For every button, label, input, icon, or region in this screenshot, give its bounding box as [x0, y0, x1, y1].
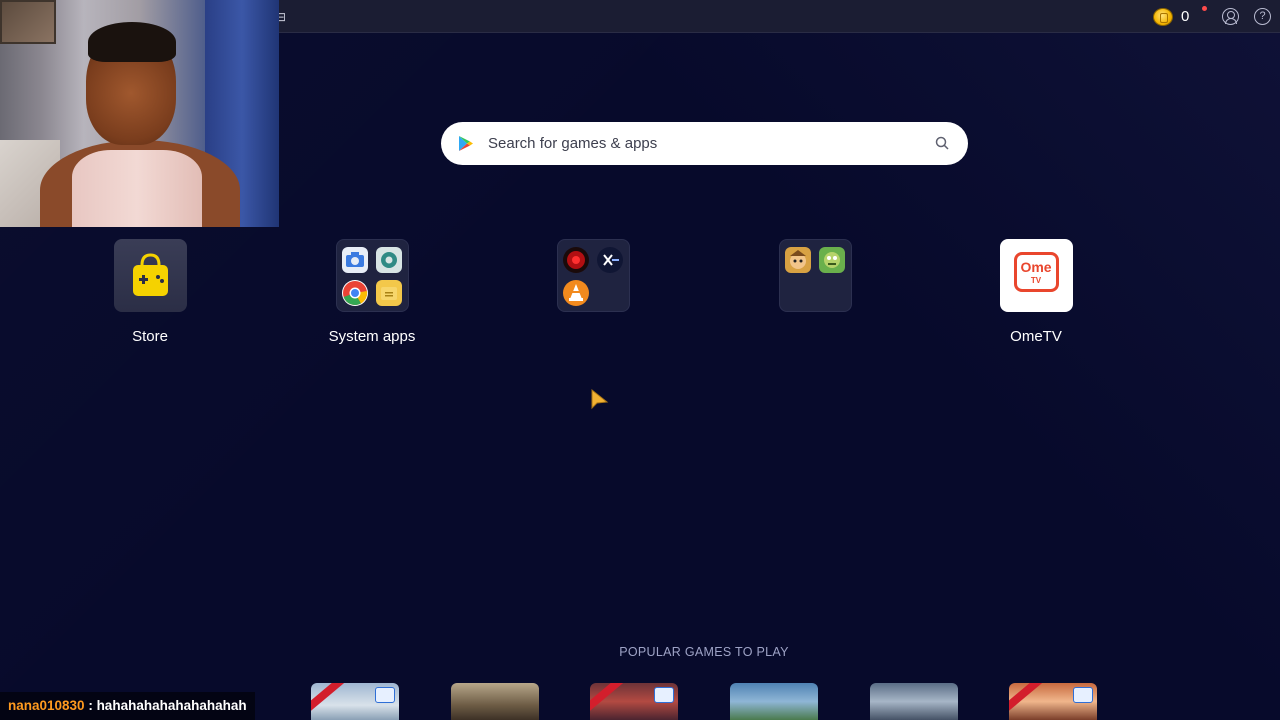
- folder-apps-2[interactable]: [740, 239, 890, 328]
- ometv-icon[interactable]: Ome TV: [999, 239, 1073, 312]
- app-store[interactable]: Store: [75, 239, 225, 346]
- chrome-icon: [341, 280, 368, 306]
- promo-ribbon: [590, 683, 627, 713]
- app-folder-icon[interactable]: [556, 239, 630, 312]
- game-thumbnail[interactable]: [590, 683, 678, 720]
- settings-icon: [375, 247, 402, 273]
- play-store-icon: [459, 136, 473, 151]
- help-icon[interactable]: ?: [1254, 8, 1271, 25]
- ometv-logo: Ome TV: [1013, 252, 1059, 292]
- chat-username: nana010830: [8, 698, 85, 713]
- store-icon[interactable]: [113, 239, 187, 312]
- app-label-ometv: OmeTV: [1010, 328, 1062, 345]
- chat-separator: :: [84, 698, 97, 713]
- game-thumbnail[interactable]: [1009, 683, 1097, 720]
- chat-text: hahahahahahahahahah: [96, 698, 247, 713]
- folder-system-apps[interactable]: System apps: [297, 239, 447, 346]
- profile-icon[interactable]: [1222, 8, 1239, 25]
- game-thumbnail[interactable]: [730, 683, 818, 720]
- red-game-icon: [562, 247, 589, 273]
- play-badge-icon: [375, 687, 395, 703]
- play-badge-icon: [654, 687, 674, 703]
- wall-picture: [0, 0, 56, 44]
- mouse-cursor-icon: [591, 388, 609, 410]
- app-label-system-apps: System apps: [328, 328, 416, 345]
- notification-dot: [1202, 6, 1207, 11]
- person-shirt: [72, 150, 202, 227]
- x-app-icon: [596, 247, 623, 273]
- camera-icon: [341, 247, 368, 273]
- plants-vs-zombies-icon: [818, 247, 845, 273]
- game-thumbnail[interactable]: [870, 683, 958, 720]
- clash-of-clans-icon: [784, 247, 811, 273]
- ometv-logo-sub: TV: [1030, 276, 1042, 285]
- vlc-icon: [562, 280, 589, 306]
- app-label-store: Store: [132, 328, 168, 345]
- person-hair: [88, 22, 176, 62]
- files-icon: [375, 280, 402, 306]
- play-badge-icon: [1073, 687, 1093, 703]
- game-thumbnail[interactable]: [311, 683, 399, 720]
- game-folder-icon[interactable]: [778, 239, 852, 312]
- promo-ribbon: [1009, 683, 1046, 713]
- game-thumbnail[interactable]: [451, 683, 539, 720]
- folder-apps-1[interactable]: [518, 239, 668, 328]
- chat-message: nana010830 : hahahahahahahahahah: [0, 692, 255, 720]
- coin-icon[interactable]: [1153, 8, 1173, 26]
- search-bar[interactable]: Search for games & apps: [441, 122, 968, 165]
- ometv-logo-word: Ome: [1020, 259, 1052, 275]
- system-apps-folder-icon[interactable]: [335, 239, 409, 312]
- coin-count: 0: [1181, 8, 1190, 25]
- search-icon[interactable]: [935, 136, 949, 150]
- popular-games-heading: POPULAR GAMES TO PLAY: [619, 645, 789, 659]
- webcam-overlay: [0, 0, 279, 227]
- promo-ribbon: [311, 683, 348, 713]
- app-ometv[interactable]: Ome TV OmeTV: [961, 239, 1111, 346]
- search-input[interactable]: Search for games & apps: [488, 134, 657, 153]
